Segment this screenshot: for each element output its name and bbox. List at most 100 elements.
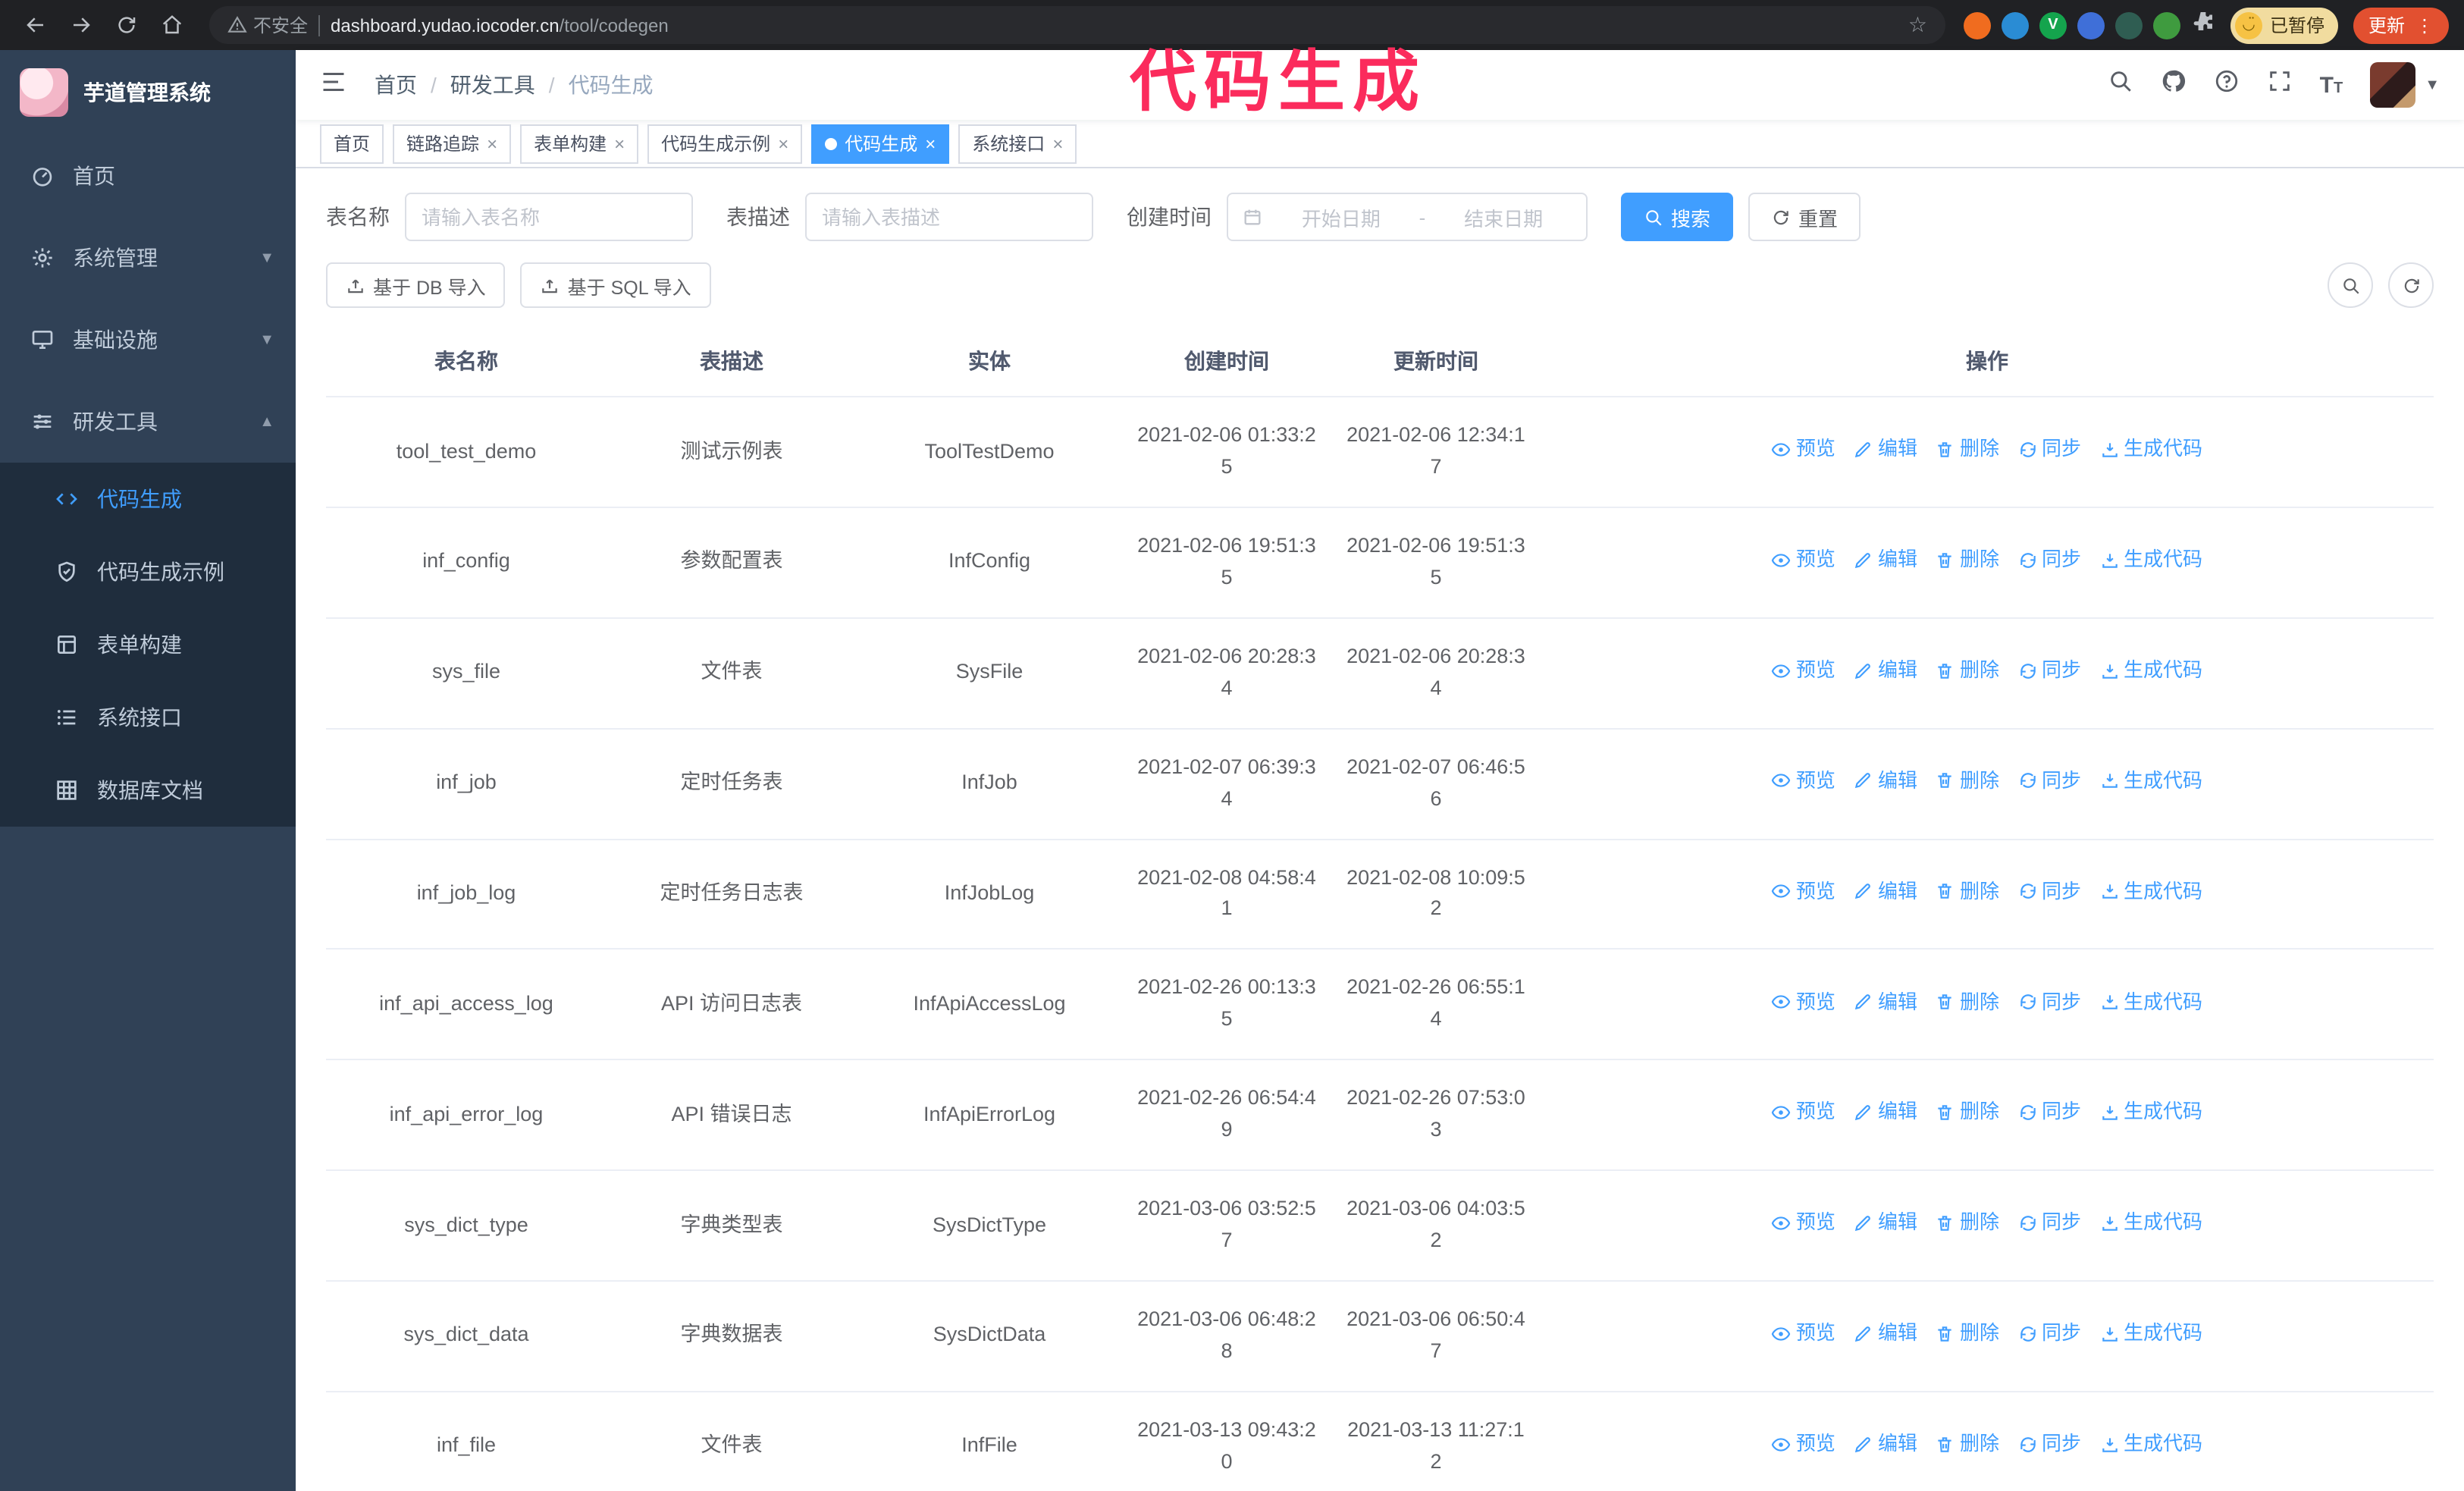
breadcrumb-home[interactable]: 首页 bbox=[375, 70, 417, 100]
action-generate[interactable]: 生成代码 bbox=[2099, 876, 2202, 906]
sidebar-item-form-builder[interactable]: 表单构建 bbox=[0, 608, 296, 681]
fullscreen-icon[interactable] bbox=[2267, 68, 2293, 102]
action-preview[interactable]: 预览 bbox=[1772, 1318, 1835, 1348]
extension-icon-fox[interactable] bbox=[1963, 11, 1991, 39]
logo-row[interactable]: 芋道管理系统 bbox=[0, 50, 296, 135]
close-icon[interactable]: × bbox=[778, 133, 788, 155]
action-edit[interactable]: 编辑 bbox=[1854, 766, 1917, 796]
action-preview[interactable]: 预览 bbox=[1772, 545, 1835, 575]
search-button[interactable]: 搜索 bbox=[1621, 193, 1734, 242]
home-icon[interactable] bbox=[152, 5, 191, 45]
tab-system-api[interactable]: 系统接口 × bbox=[958, 124, 1077, 164]
action-edit[interactable]: 编辑 bbox=[1854, 1429, 1917, 1459]
user-menu[interactable]: ▼ bbox=[2370, 62, 2440, 108]
action-generate[interactable]: 生成代码 bbox=[2099, 1318, 2202, 1348]
action-sync[interactable]: 同步 bbox=[2017, 1429, 2081, 1459]
action-delete[interactable]: 删除 bbox=[1936, 987, 1999, 1017]
action-delete[interactable]: 删除 bbox=[1936, 1097, 1999, 1128]
action-generate[interactable]: 生成代码 bbox=[2099, 766, 2202, 796]
tab-tracing[interactable]: 链路追踪 × bbox=[393, 124, 512, 164]
extension-icon-leaf[interactable] bbox=[2152, 11, 2180, 39]
import-sql-button[interactable]: 基于 SQL 导入 bbox=[520, 262, 711, 309]
sidebar-item-devtools[interactable]: 研发工具 ▲ bbox=[0, 381, 296, 463]
tab-codegen[interactable]: 代码生成 × bbox=[811, 124, 950, 164]
browser-menu-icon[interactable]: ⋮ bbox=[2415, 14, 2434, 36]
action-generate[interactable]: 生成代码 bbox=[2099, 655, 2202, 686]
action-edit[interactable]: 编辑 bbox=[1854, 435, 1917, 465]
extension-icon-people[interactable] bbox=[2077, 11, 2105, 39]
tab-form-builder[interactable]: 表单构建 × bbox=[520, 124, 639, 164]
forward-icon[interactable] bbox=[61, 5, 100, 45]
sidebar-item-system-api[interactable]: 系统接口 bbox=[0, 681, 296, 754]
date-range-picker[interactable]: 开始日期 - 结束日期 bbox=[1227, 193, 1588, 242]
action-delete[interactable]: 删除 bbox=[1936, 1318, 1999, 1348]
action-preview[interactable]: 预览 bbox=[1772, 435, 1835, 465]
action-generate[interactable]: 生成代码 bbox=[2099, 545, 2202, 575]
action-sync[interactable]: 同步 bbox=[2017, 876, 2081, 906]
action-sync[interactable]: 同步 bbox=[2017, 435, 2081, 465]
sidebar-item-infrastructure[interactable]: 基础设施 ▼ bbox=[0, 299, 296, 381]
sidebar-item-codegen-example[interactable]: 代码生成示例 bbox=[0, 535, 296, 608]
action-edit[interactable]: 编辑 bbox=[1854, 655, 1917, 686]
font-size-icon[interactable]: TT bbox=[2320, 72, 2343, 98]
sidebar-item-home[interactable]: 首页 bbox=[0, 135, 296, 217]
back-icon[interactable] bbox=[15, 5, 55, 45]
action-sync[interactable]: 同步 bbox=[2017, 766, 2081, 796]
table-desc-input[interactable] bbox=[805, 193, 1093, 242]
update-button[interactable]: 更新 ⋮ bbox=[2353, 7, 2449, 43]
sidebar-item-db-doc[interactable]: 数据库文档 bbox=[0, 754, 296, 827]
action-generate[interactable]: 生成代码 bbox=[2099, 1097, 2202, 1128]
github-icon[interactable] bbox=[2161, 68, 2187, 102]
reload-icon[interactable] bbox=[106, 5, 146, 45]
action-preview[interactable]: 预览 bbox=[1772, 987, 1835, 1017]
action-preview[interactable]: 预览 bbox=[1772, 655, 1835, 686]
address-bar[interactable]: 不安全 dashboard.yudao.iocoder.cn/tool/code… bbox=[209, 6, 1945, 44]
help-icon[interactable] bbox=[2214, 68, 2240, 102]
close-icon[interactable]: × bbox=[1052, 133, 1063, 155]
bookmark-star-icon[interactable]: ☆ bbox=[1908, 12, 1927, 38]
extension-icon-tool[interactable] bbox=[2114, 11, 2143, 39]
action-delete[interactable]: 删除 bbox=[1936, 766, 1999, 796]
action-preview[interactable]: 预览 bbox=[1772, 766, 1835, 796]
action-generate[interactable]: 生成代码 bbox=[2099, 987, 2202, 1017]
action-delete[interactable]: 删除 bbox=[1936, 876, 1999, 906]
action-edit[interactable]: 编辑 bbox=[1854, 545, 1917, 575]
extensions-puzzle-icon[interactable] bbox=[2191, 9, 2215, 41]
action-edit[interactable]: 编辑 bbox=[1854, 1208, 1917, 1238]
action-preview[interactable]: 预览 bbox=[1772, 876, 1835, 906]
action-preview[interactable]: 预览 bbox=[1772, 1429, 1835, 1459]
close-icon[interactable]: × bbox=[487, 133, 497, 155]
action-edit[interactable]: 编辑 bbox=[1854, 987, 1917, 1017]
import-db-button[interactable]: 基于 DB 导入 bbox=[326, 262, 506, 309]
action-edit[interactable]: 编辑 bbox=[1854, 1097, 1917, 1128]
sidebar-item-codegen[interactable]: 代码生成 bbox=[0, 463, 296, 535]
date-end-placeholder[interactable]: 结束日期 bbox=[1434, 202, 1572, 231]
action-sync[interactable]: 同步 bbox=[2017, 987, 2081, 1017]
tab-home[interactable]: 首页 bbox=[320, 124, 384, 164]
not-secure-warning[interactable]: 不安全 bbox=[227, 12, 308, 38]
table-name-input[interactable] bbox=[405, 193, 693, 242]
tab-codegen-example[interactable]: 代码生成示例 × bbox=[647, 124, 803, 164]
sidebar-item-system[interactable]: 系统管理 ▼ bbox=[0, 217, 296, 299]
close-icon[interactable]: × bbox=[614, 133, 625, 155]
action-delete[interactable]: 删除 bbox=[1936, 1429, 1999, 1459]
action-delete[interactable]: 删除 bbox=[1936, 545, 1999, 575]
action-generate[interactable]: 生成代码 bbox=[2099, 1208, 2202, 1238]
action-generate[interactable]: 生成代码 bbox=[2099, 1429, 2202, 1459]
extension-icon-check[interactable]: V bbox=[2039, 11, 2067, 39]
action-edit[interactable]: 编辑 bbox=[1854, 1318, 1917, 1348]
action-sync[interactable]: 同步 bbox=[2017, 545, 2081, 575]
extension-icon-drop[interactable] bbox=[2001, 11, 2029, 39]
action-delete[interactable]: 删除 bbox=[1936, 1208, 1999, 1238]
action-sync[interactable]: 同步 bbox=[2017, 1097, 2081, 1128]
refresh-table-button[interactable] bbox=[2388, 262, 2434, 309]
action-preview[interactable]: 预览 bbox=[1772, 1208, 1835, 1238]
toggle-search-button[interactable] bbox=[2328, 262, 2373, 309]
hamburger-icon[interactable] bbox=[320, 67, 347, 102]
action-sync[interactable]: 同步 bbox=[2017, 655, 2081, 686]
search-icon[interactable] bbox=[2108, 68, 2133, 102]
reset-button[interactable]: 重置 bbox=[1748, 193, 1861, 242]
action-edit[interactable]: 编辑 bbox=[1854, 876, 1917, 906]
action-sync[interactable]: 同步 bbox=[2017, 1318, 2081, 1348]
action-delete[interactable]: 删除 bbox=[1936, 435, 1999, 465]
